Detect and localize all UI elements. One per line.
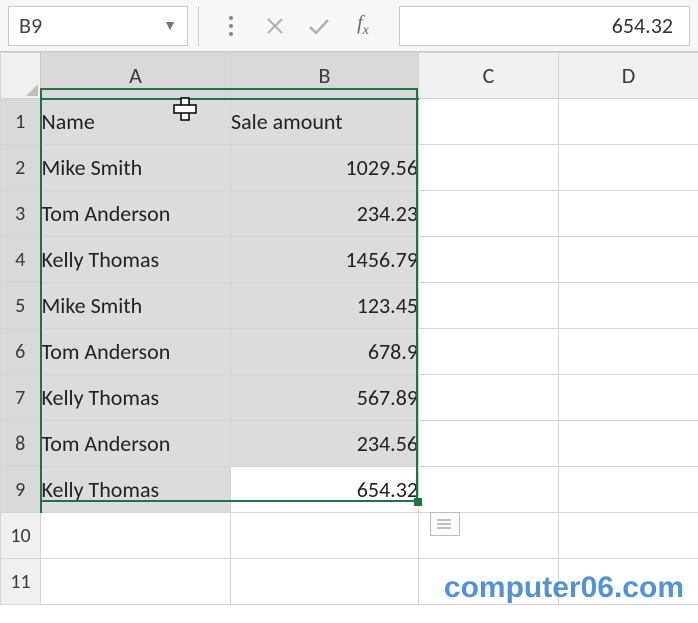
cell-C4[interactable]: [419, 237, 559, 283]
column-header-D[interactable]: D: [559, 53, 698, 99]
row-header-4[interactable]: 4: [1, 237, 41, 283]
cell-B4[interactable]: 1456.79: [231, 237, 419, 283]
select-all-corner[interactable]: [1, 53, 41, 99]
cell-C2[interactable]: [419, 145, 559, 191]
table-row: 9 Kelly Thomas 654.32: [1, 467, 698, 513]
row-header-5[interactable]: 5: [1, 283, 41, 329]
cell-B9[interactable]: 654.32: [231, 467, 419, 513]
cancel-icon[interactable]: [253, 6, 297, 46]
name-box-dropdown-icon[interactable]: ▼: [163, 17, 177, 34]
cell-A7[interactable]: Kelly Thomas: [41, 375, 231, 421]
cell-A5[interactable]: Mike Smith: [41, 283, 231, 329]
cell-D9[interactable]: [559, 467, 698, 513]
watermark-text: computer06.com: [444, 571, 684, 605]
row-header-10[interactable]: 10: [1, 513, 41, 559]
cell-D5[interactable]: [559, 283, 698, 329]
cell-D4[interactable]: [559, 237, 698, 283]
cell-C1[interactable]: [419, 99, 559, 145]
cell-B1[interactable]: Sale amount: [231, 99, 419, 145]
formula-input[interactable]: 654.32: [399, 6, 690, 46]
cell-B10[interactable]: [231, 513, 419, 559]
row-header-11[interactable]: 11: [1, 559, 41, 605]
cell-A11[interactable]: [41, 559, 231, 605]
row-header-9[interactable]: 9: [1, 467, 41, 513]
column-header-row: A B C D: [1, 53, 698, 99]
cell-C10[interactable]: [419, 513, 559, 559]
column-header-A[interactable]: A: [41, 53, 231, 99]
row-header-6[interactable]: 6: [1, 329, 41, 375]
cell-B8[interactable]: 234.56: [231, 421, 419, 467]
cell-B2[interactable]: 1029.56: [231, 145, 419, 191]
name-box-value: B9: [19, 12, 42, 39]
cell-B11[interactable]: [231, 559, 419, 605]
table-row: 10: [1, 513, 698, 559]
cell-A9[interactable]: Kelly Thomas: [41, 467, 231, 513]
table-row: 1 Name Sale amount: [1, 99, 698, 145]
spreadsheet-grid[interactable]: A B C D 1 Name Sale amount 2 Mike Smith …: [0, 52, 698, 605]
cell-D6[interactable]: [559, 329, 698, 375]
row-header-7[interactable]: 7: [1, 375, 41, 421]
cell-C6[interactable]: [419, 329, 559, 375]
enter-icon[interactable]: [297, 6, 341, 46]
cell-A4[interactable]: Kelly Thomas: [41, 237, 231, 283]
separator: [198, 6, 199, 46]
cell-D1[interactable]: [559, 99, 698, 145]
column-header-C[interactable]: C: [419, 53, 559, 99]
formula-bar: B9 ▼ fx 654.32: [0, 0, 698, 52]
cell-A1[interactable]: Name: [41, 99, 231, 145]
row-header-3[interactable]: 3: [1, 191, 41, 237]
cell-B3[interactable]: 234.23: [231, 191, 419, 237]
table-row: 4 Kelly Thomas 1456.79: [1, 237, 698, 283]
cell-C3[interactable]: [419, 191, 559, 237]
cell-C7[interactable]: [419, 375, 559, 421]
cell-B5[interactable]: 123.45: [231, 283, 419, 329]
table-row: 7 Kelly Thomas 567.89: [1, 375, 698, 421]
table-row: 3 Tom Anderson 234.23: [1, 191, 698, 237]
cell-D3[interactable]: [559, 191, 698, 237]
cell-D8[interactable]: [559, 421, 698, 467]
cell-A6[interactable]: Tom Anderson: [41, 329, 231, 375]
cell-A10[interactable]: [41, 513, 231, 559]
cell-B7[interactable]: 567.89: [231, 375, 419, 421]
cell-B6[interactable]: 678.9: [231, 329, 419, 375]
cell-C8[interactable]: [419, 421, 559, 467]
row-header-8[interactable]: 8: [1, 421, 41, 467]
cell-A2[interactable]: Mike Smith: [41, 145, 231, 191]
worksheet[interactable]: A B C D 1 Name Sale amount 2 Mike Smith …: [0, 52, 698, 605]
more-icon[interactable]: [209, 6, 253, 46]
cell-D10[interactable]: [559, 513, 698, 559]
name-box[interactable]: B9 ▼: [8, 6, 188, 46]
cell-A3[interactable]: Tom Anderson: [41, 191, 231, 237]
table-row: 8 Tom Anderson 234.56: [1, 421, 698, 467]
cell-D2[interactable]: [559, 145, 698, 191]
cell-D7[interactable]: [559, 375, 698, 421]
fx-icon[interactable]: fx: [341, 6, 385, 46]
table-row: 6 Tom Anderson 678.9: [1, 329, 698, 375]
row-header-1[interactable]: 1: [1, 99, 41, 145]
formula-input-value: 654.32: [612, 12, 673, 39]
table-row: 2 Mike Smith 1029.56: [1, 145, 698, 191]
cell-C9[interactable]: [419, 467, 559, 513]
column-header-B[interactable]: B: [231, 53, 419, 99]
row-header-2[interactable]: 2: [1, 145, 41, 191]
cell-A8[interactable]: Tom Anderson: [41, 421, 231, 467]
table-row: 5 Mike Smith 123.45: [1, 283, 698, 329]
cell-C5[interactable]: [419, 283, 559, 329]
